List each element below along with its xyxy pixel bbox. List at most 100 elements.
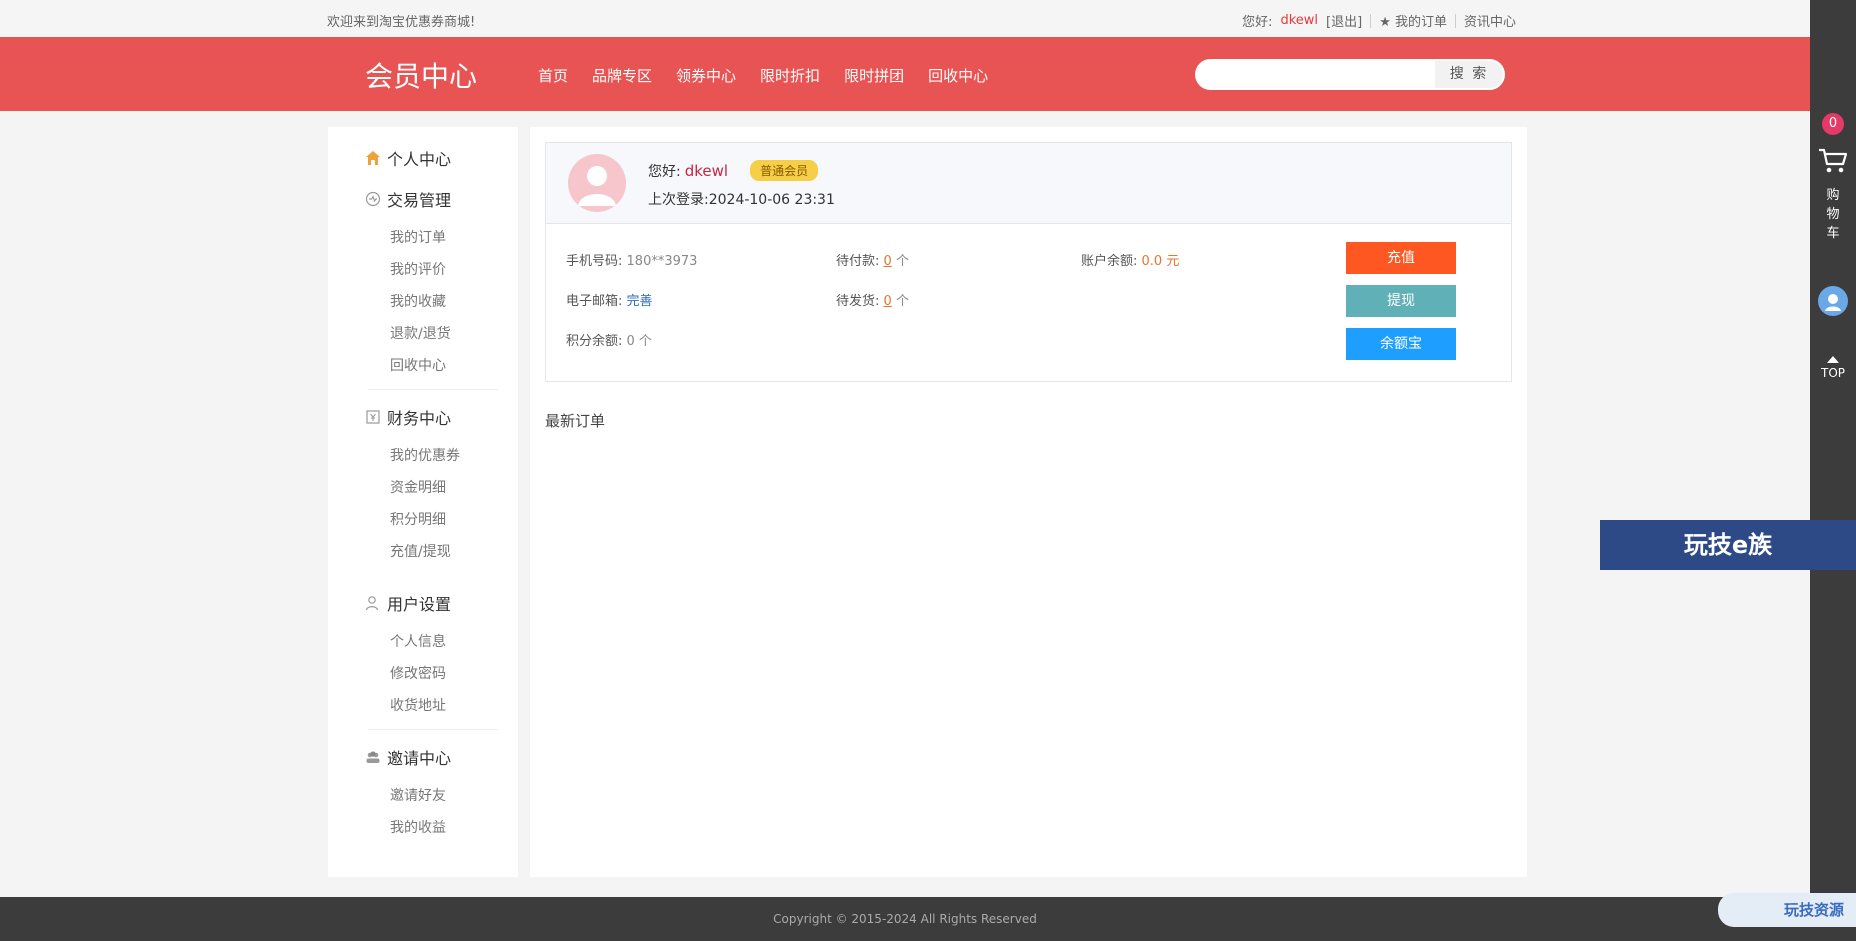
logout-link[interactable]: [退出] [1326,11,1362,30]
withdraw-button[interactable]: 提现 [1346,285,1456,317]
nav-home[interactable]: 首页 [538,65,568,86]
sidebar-item-funds[interactable]: 资金明细 [390,477,446,497]
email-row: 电子邮箱: 完善 [566,290,653,309]
sidebar-item-recharge[interactable]: 充值/提现 [390,541,451,561]
divider [1370,13,1372,28]
arrow-up-icon [1827,356,1839,363]
email-complete-link[interactable]: 完善 [627,294,653,309]
phone-value: 180**3973 [626,254,698,269]
nav-groupbuy[interactable]: 限时拼团 [844,65,904,86]
sidebar-group-label: 交易管理 [387,191,452,210]
back-to-top-button[interactable]: TOP [1819,366,1847,380]
right-toolbar: 0 购物车 TOP [1810,0,1856,941]
trade-icon [365,191,381,207]
username-link[interactable]: dkewl [1280,13,1318,28]
greeting: 您好: dkewl 普通会员 [648,160,819,181]
points-row: 积分余额: 0 个 [566,330,652,349]
finance-icon [366,410,380,424]
top-bar-right: 您好: dkewl [退出] ★ 我的订单 资讯中心 [1242,11,1516,30]
pending-ship-row: 待发货: 0 个 [836,290,909,309]
nav-coupons[interactable]: 领券中心 [676,65,736,86]
balance-label: 账户余额: [1081,254,1138,269]
balance-value: 0.0 元 [1141,254,1180,269]
nav-recycle[interactable]: 回收中心 [928,65,988,86]
sidebar-item-my-reviews[interactable]: 我的评价 [390,259,446,279]
footer: Copyright © 2015-2024 All Rights Reserve… [0,897,1810,941]
search-box: 搜 索 [1195,59,1505,90]
header: 会员中心 首页 品牌专区 领券中心 限时折扣 限时拼团 回收中心 搜 索 [0,37,1810,111]
top-bar: 欢迎来到淘宝优惠券商城! 您好: dkewl [退出] ★ 我的订单 资讯中心 [0,0,1810,38]
unit: 个 [895,294,909,309]
sidebar-item-coupons[interactable]: 我的优惠券 [390,445,460,465]
pending-pay-label: 待付款: [836,254,880,269]
sidebar-group-user: 用户设置 [365,591,451,615]
news-link[interactable]: 资讯中心 [1464,11,1516,30]
headset-icon [1825,294,1841,311]
sidebar-item-address[interactable]: 收货地址 [390,695,446,715]
sidebar-item-profile[interactable]: 个人信息 [390,631,446,651]
member-level-badge: 普通会员 [750,160,819,181]
main-nav: 首页 品牌专区 领券中心 限时折扣 限时拼团 回收中心 [538,65,988,86]
search-button[interactable]: 搜 索 [1435,61,1503,88]
nav-brand[interactable]: 品牌专区 [592,65,652,86]
sidebar-divider [368,729,498,730]
sidebar-personal[interactable]: 个人中心 [365,146,451,170]
cart-label[interactable]: 购物车 [1824,186,1842,243]
account-card: 您好: dkewl 普通会员 上次登录:2024-10-06 23:31 手机号… [545,142,1512,382]
divider [1454,13,1456,28]
pending-ship-label: 待发货: [836,294,880,309]
home-icon [366,151,380,165]
phone-label: 手机号码: [566,254,623,269]
sidebar-item-my-orders[interactable]: 我的订单 [390,227,446,247]
sidebar-group-label: 财务中心 [387,409,452,428]
watermark-logo: 玩技e族 [1600,520,1856,570]
latest-orders-title: 最新订单 [545,412,606,430]
cart-icon[interactable] [1818,147,1848,175]
avatar[interactable] [568,154,626,212]
sidebar-item-password[interactable]: 修改密码 [390,663,446,683]
copyright: Copyright © 2015-2024 All Rights Reserve… [773,912,1037,926]
hello-prefix: 您好: [1242,15,1273,30]
last-login-label: 上次登录: [648,192,709,208]
phone-row: 手机号码: 180**3973 [566,250,697,269]
sidebar-group-invite: 邀请中心 [365,745,451,769]
sidebar-group-trade: 交易管理 [365,187,451,211]
my-orders-link[interactable]: ★ 我的订单 [1379,11,1447,30]
points-label: 积分余额: [566,334,623,349]
watermark-logo-bottom: 玩技资源 [1718,893,1856,927]
balance-row: 账户余额: 0.0 元 [1081,250,1179,269]
sidebar-item-earnings[interactable]: 我的收益 [390,817,446,837]
avatar-icon [578,166,616,206]
sidebar-divider [368,389,498,390]
last-login: 上次登录:2024-10-06 23:31 [648,189,835,209]
sidebar-item-invite-friends[interactable]: 邀请好友 [390,785,446,805]
sidebar-item-recycle[interactable]: 回收中心 [390,355,446,375]
main-content: 您好: dkewl 普通会员 上次登录:2024-10-06 23:31 手机号… [530,127,1527,877]
sidebar-item-refunds[interactable]: 退款/退货 [390,323,451,343]
hello-label: 您好: [648,163,681,180]
unit: 个 [895,254,909,269]
pending-pay-row: 待付款: 0 个 [836,250,909,269]
account-card-header: 您好: dkewl 普通会员 上次登录:2024-10-06 23:31 [546,143,1511,224]
page-title: 会员中心 [365,60,478,93]
recharge-button[interactable]: 充值 [1346,242,1456,274]
search-input[interactable] [1209,63,1433,87]
last-login-value: 2024-10-06 23:31 [708,192,835,208]
sidebar-group-finance: 财务中心 [365,405,451,429]
sidebar-group-label: 邀请中心 [387,749,452,768]
sidebar-item-favorites[interactable]: 我的收藏 [390,291,446,311]
pending-pay-link[interactable]: 0 [884,254,892,269]
member-name: dkewl [684,161,729,180]
user-icon [365,596,379,611]
sidebar-item-points[interactable]: 积分明细 [390,509,446,529]
points-value: 0 个 [626,334,652,349]
invite-icon [366,751,380,763]
sidebar-group-label: 用户设置 [387,595,452,614]
customer-service-icon[interactable] [1818,286,1848,316]
welcome-text: 欢迎来到淘宝优惠券商城! [327,15,476,30]
nav-discount[interactable]: 限时折扣 [760,65,820,86]
email-label: 电子邮箱: [566,294,623,309]
pending-ship-link[interactable]: 0 [884,294,892,309]
sidebar: 个人中心 交易管理 我的订单 我的评价 我的收藏 退款/退货 回收中心 财务中心… [328,127,518,877]
yuebao-button[interactable]: 余额宝 [1346,328,1456,360]
